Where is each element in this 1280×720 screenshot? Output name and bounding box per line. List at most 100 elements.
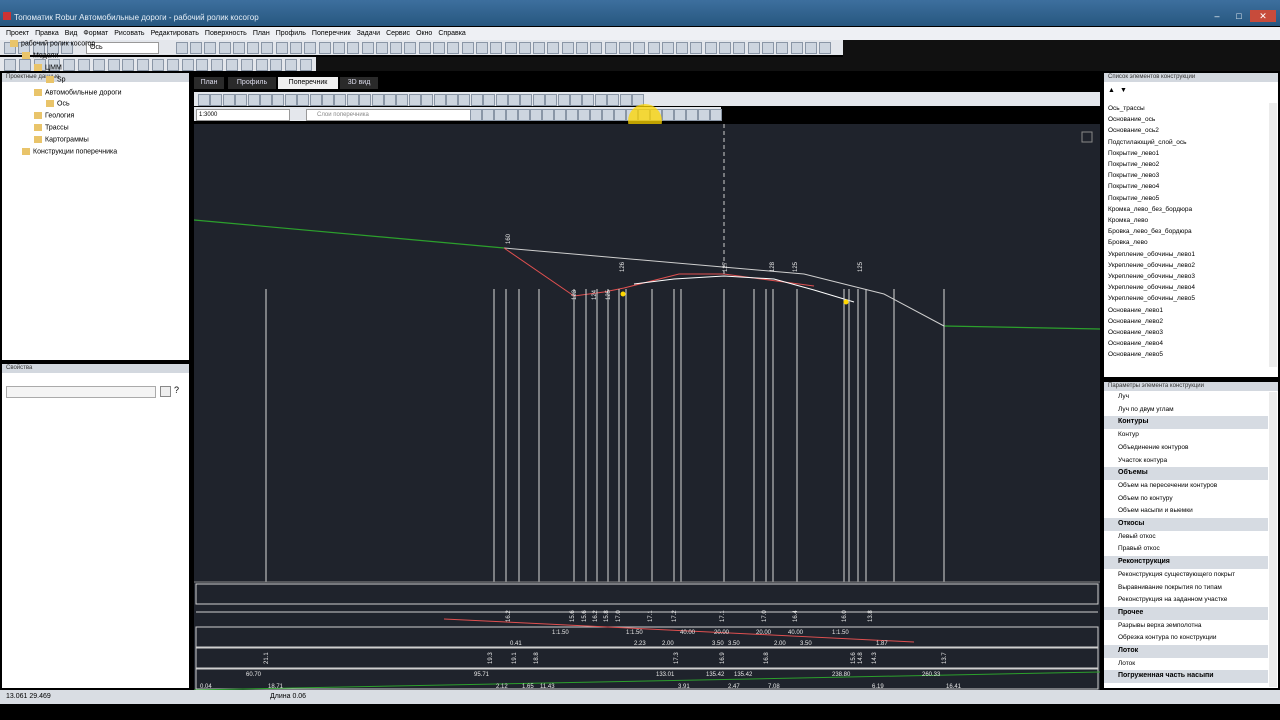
toolbar-tool-icon[interactable]: [704, 42, 717, 54]
layer-list-item[interactable]: Покрытие_лево1: [1104, 148, 1268, 159]
layer-list-item[interactable]: Покрытие_лево4: [1104, 181, 1268, 192]
layer-list-item[interactable]: Покрытие_лево3: [1104, 170, 1268, 181]
tool-item[interactable]: Объем по контуру: [1104, 492, 1268, 506]
properties-object-select[interactable]: [6, 386, 156, 398]
draw-tool-icon[interactable]: [78, 59, 90, 71]
move-down-icon[interactable]: ▼: [1120, 87, 1127, 94]
draw-tool-icon[interactable]: [92, 59, 105, 71]
section-tool-icon[interactable]: [458, 94, 471, 106]
toolbar-tool-icon[interactable]: [175, 42, 188, 54]
section-tool-icon[interactable]: [322, 94, 334, 106]
menu-item[interactable]: Задачи: [357, 27, 381, 40]
draw-tool-icon[interactable]: [300, 59, 312, 71]
toolbar-tool-icon[interactable]: [561, 42, 574, 54]
section-tool-icon[interactable]: [446, 94, 458, 106]
close-button[interactable]: ✕: [1250, 10, 1276, 22]
toolbar-tool-icon[interactable]: [804, 42, 817, 54]
help-icon[interactable]: ?: [174, 385, 179, 395]
section-tool-icon[interactable]: [284, 94, 297, 106]
toolbar-tool-icon[interactable]: [661, 42, 674, 54]
section-tool-icon[interactable]: [607, 94, 620, 106]
tree-item[interactable]: ЦММ: [34, 64, 62, 71]
tool-group-header[interactable]: Откосы: [1104, 518, 1268, 531]
toolbar-tool-icon[interactable]: [776, 42, 789, 54]
tab-1[interactable]: Профиль: [228, 77, 276, 89]
layer-list-item[interactable]: Укрепление_обочины_лево5: [1104, 293, 1268, 304]
tree-item[interactable]: Ось: [46, 100, 70, 107]
draw-tool-icon[interactable]: [152, 59, 164, 71]
tool-item[interactable]: Обрезка контура по конструкции: [1104, 632, 1268, 646]
tool-item[interactable]: Луч по двум углам: [1104, 403, 1268, 417]
layer-list-item[interactable]: Покрытие_лево5: [1104, 193, 1268, 204]
toolbar-tool-icon[interactable]: [347, 42, 360, 54]
toolbar-tool-icon[interactable]: [275, 42, 288, 54]
section-tool-icon[interactable]: [470, 94, 483, 106]
section-tool-icon[interactable]: [508, 94, 520, 106]
toolbar-tool-icon[interactable]: [590, 42, 603, 54]
section-tool-icon[interactable]: [408, 94, 421, 106]
toolbar-tool-icon[interactable]: [261, 42, 274, 54]
tool-item[interactable]: Разрывы верха земполотна: [1104, 619, 1268, 633]
tools-scrollbar[interactable]: [1269, 392, 1277, 687]
tool-item[interactable]: Левый откос: [1104, 530, 1268, 544]
draw-tool-icon[interactable]: [255, 59, 268, 71]
section-tool-icon[interactable]: [272, 94, 285, 106]
layer-list-item[interactable]: Основание_лево3: [1104, 327, 1268, 338]
tool-item[interactable]: Луч: [1104, 391, 1268, 404]
tool-group-header[interactable]: Реконструкция: [1104, 556, 1268, 569]
tool-group-header[interactable]: Прочее: [1104, 606, 1268, 620]
menu-item[interactable]: Профиль: [276, 27, 306, 40]
toolbar-tool-icon[interactable]: [533, 42, 546, 54]
menu-item[interactable]: Сервис: [386, 27, 410, 40]
cross-section-drawing[interactable]: 160123 124 125126 127 128 125 12516.2 15.6 15.6 1…: [194, 124, 1100, 690]
toolbar-tool-icon[interactable]: [433, 42, 445, 54]
section-tool-icon[interactable]: [210, 94, 223, 106]
toolbar-tool-icon[interactable]: [604, 42, 617, 54]
menu-item[interactable]: Проект: [6, 27, 29, 40]
section-tool-icon[interactable]: [198, 94, 210, 106]
section-tool-icon[interactable]: [520, 94, 533, 106]
toolbar-tool-icon[interactable]: [204, 42, 217, 54]
section-tool-icon[interactable]: [260, 94, 272, 106]
layer-list-item[interactable]: Кромка_лево_без_бордюра: [1104, 204, 1268, 215]
section-tool-icon[interactable]: [698, 109, 710, 121]
tree-item[interactable]: Автомобильные дороги: [34, 89, 122, 96]
menu-item[interactable]: Формат: [83, 27, 108, 40]
layers-scrollbar[interactable]: [1269, 103, 1277, 367]
section-tool-icon[interactable]: [421, 94, 434, 106]
toolbar-tool-icon[interactable]: [332, 42, 345, 54]
tool-item[interactable]: Выравнивание покрытия по типам: [1104, 581, 1268, 595]
tool-item[interactable]: Реконструкция на заданном участке: [1104, 594, 1268, 607]
tool-group-header[interactable]: Объемы: [1104, 467, 1268, 480]
section-tool-icon[interactable]: [582, 94, 595, 106]
toolbar-tool-icon[interactable]: [189, 42, 202, 54]
section-tool-icon[interactable]: [530, 109, 542, 121]
toolbar-tool-icon[interactable]: [547, 42, 560, 54]
menu-item[interactable]: Редактировать: [151, 27, 199, 40]
toolbar-tool-icon[interactable]: [618, 42, 631, 54]
tab-3[interactable]: 3D вид: [340, 77, 378, 89]
section-tool-icon[interactable]: [619, 94, 632, 106]
tree-item[interactable]: Картограммы: [34, 136, 89, 143]
layer-list-item[interactable]: Бровка_лево: [1104, 237, 1268, 248]
tree-item[interactable]: Геология: [34, 112, 74, 119]
toolbar-tool-icon[interactable]: [504, 42, 517, 54]
toolbar-tool-icon[interactable]: [375, 42, 388, 54]
toolbar-tool-icon[interactable]: [447, 42, 460, 54]
tool-item[interactable]: Лоток: [1104, 657, 1268, 671]
section-tool-icon[interactable]: [384, 94, 396, 106]
layer-list-item[interactable]: Основание_лево5: [1104, 349, 1268, 360]
section-tool-icon[interactable]: [518, 109, 530, 121]
toolbar-tool-icon[interactable]: [676, 42, 689, 54]
toolbar-tool-icon[interactable]: [518, 42, 531, 54]
layer-list-item[interactable]: Бровка_лево_без_бордюра: [1104, 226, 1268, 237]
draw-tool-icon[interactable]: [285, 59, 298, 71]
draw-tool-icon[interactable]: [137, 59, 150, 71]
draw-tool-icon[interactable]: [4, 59, 16, 71]
tool-item[interactable]: Правый откос: [1104, 543, 1268, 557]
section-tool-icon[interactable]: [570, 94, 582, 106]
toolbar-tool-icon[interactable]: [247, 42, 260, 54]
tool-item[interactable]: Объем насыпи и выемки: [1104, 505, 1268, 519]
section-tool-icon[interactable]: [590, 109, 602, 121]
menu-item[interactable]: Справка: [438, 27, 465, 40]
